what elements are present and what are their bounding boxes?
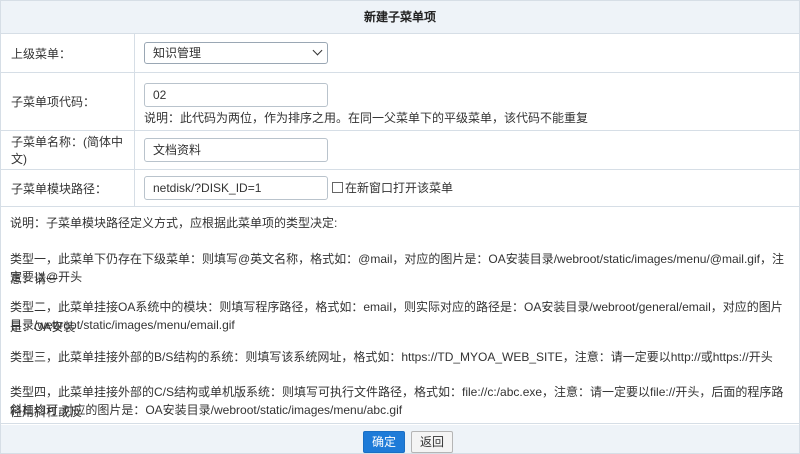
notes-type2-line2: 目录/webroot/static/images/menu/email.gif — [10, 318, 235, 332]
parent-menu-select[interactable]: 知识管理 — [144, 42, 328, 64]
parent-menu-row: 上级菜单： 知识管理 — [1, 34, 799, 73]
item-name-label: 子菜单名称：(简体中文) — [1, 131, 135, 169]
item-code-row: 子菜单项代码： 02 说明：此代码为两位，作为排序之用。在同一父菜单下的平级菜单… — [1, 73, 799, 131]
new-window-label: 在新窗口打开该菜单 — [345, 181, 454, 195]
item-code-label: 子菜单项代码： — [1, 73, 135, 130]
item-name-row: 子菜单名称：(简体中文) 文档资料 — [1, 131, 799, 170]
item-name-input[interactable]: 文档资料 — [144, 138, 328, 162]
notes-type4-line2: 斜杠均可,对应的图片是：OA安装目录/webroot/static/images… — [10, 403, 403, 417]
item-code-hint: 说明：此代码为两位，作为排序之用。在同一父菜单下的平级菜单，该代码不能重复 — [144, 111, 589, 125]
new-window-checkbox[interactable] — [332, 182, 343, 193]
path-notes: 说明：子菜单模块路径定义方式，应根据此菜单项的类型决定: 类型一，此菜单下仍存在… — [1, 206, 799, 424]
notes-type1-line2: 定要以@开头 — [10, 270, 83, 284]
item-code-input[interactable]: 02 — [144, 83, 328, 107]
notes-intro: 说明：子菜单模块路径定义方式，应根据此菜单项的类型决定: — [10, 216, 338, 230]
module-path-row: 子菜单模块路径： netdisk/?DISK_ID=1 在新窗口打开该菜单 — [1, 170, 799, 207]
chevron-down-icon — [312, 45, 323, 56]
back-button[interactable]: 返回 — [411, 431, 453, 453]
parent-menu-label: 上级菜单： — [1, 34, 135, 72]
new-submenu-form: 新建子菜单项 上级菜单： 知识管理 子菜单项代码： 02 说明：此代码为两位，作… — [0, 0, 800, 454]
new-window-option[interactable]: 在新窗口打开该菜单 — [332, 179, 453, 196]
form-title: 新建子菜单项 — [1, 1, 799, 34]
module-path-input[interactable]: netdisk/?DISK_ID=1 — [144, 176, 328, 200]
form-footer: 确定 返回 — [1, 425, 799, 453]
module-path-label: 子菜单模块路径： — [1, 170, 135, 206]
confirm-button[interactable]: 确定 — [363, 431, 405, 453]
notes-type3-line1: 类型三，此菜单挂接外部的B/S结构的系统：则填写该系统网址，格式如：https:… — [10, 350, 773, 364]
parent-menu-selected: 知识管理 — [153, 46, 202, 60]
